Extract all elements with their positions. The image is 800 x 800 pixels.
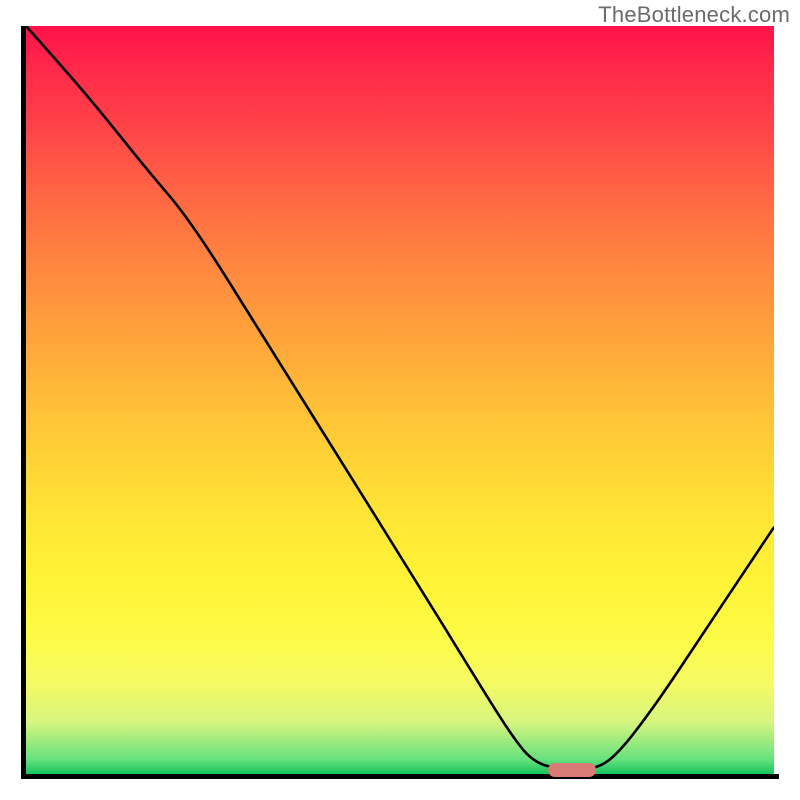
bottleneck-curve (26, 26, 774, 774)
watermark-text: TheBottleneck.com (598, 2, 790, 28)
x-axis-line (21, 774, 779, 779)
chart-container: TheBottleneck.com (0, 0, 800, 800)
optimal-marker (548, 763, 596, 777)
